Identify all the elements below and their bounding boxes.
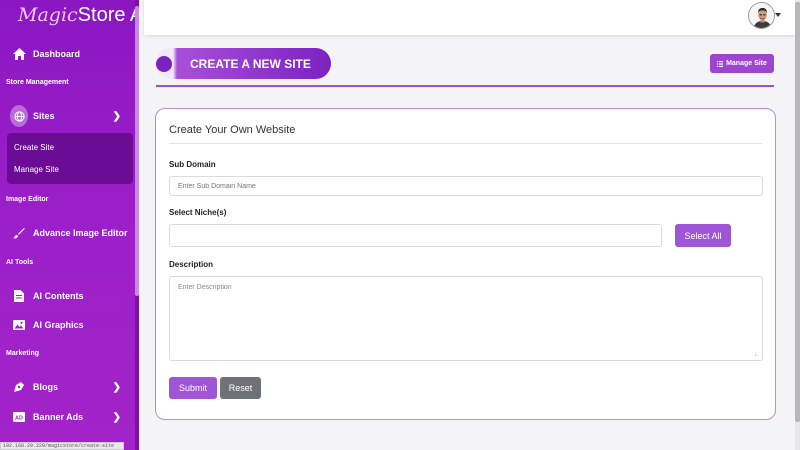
section-marketing: Marketing <box>6 350 40 357</box>
chevron-right-icon: ❯ <box>112 411 121 423</box>
globe-icon <box>10 105 28 127</box>
sidebar-item-banner-ads[interactable]: AD Banner Ads ❯ <box>0 404 135 430</box>
home-icon <box>10 45 28 63</box>
blog-icon <box>10 378 28 396</box>
select-all-button[interactable]: Select All <box>675 224 731 247</box>
submenu-create-site[interactable]: Create Site <box>14 143 54 152</box>
section-image-editor: Image Editor <box>6 196 49 203</box>
page-title-banner: CREATE A NEW SITE <box>155 48 331 79</box>
chevron-right-icon: ❯ <box>112 381 121 393</box>
submenu-manage-site[interactable]: Manage Site <box>14 165 59 174</box>
sidebar-item-label: Banner Ads <box>33 412 84 422</box>
brush-icon <box>10 224 28 242</box>
list-icon <box>717 60 724 67</box>
card-divider <box>169 143 762 144</box>
niche-label: Select Niche(s) <box>169 208 227 217</box>
sidebar-item-label: Blogs <box>33 382 59 392</box>
description-textarea[interactable]: Enter Description ∟ <box>169 276 763 361</box>
banner-dot <box>156 56 172 72</box>
manage-site-label: Manage Site <box>726 60 767 67</box>
sidebar-item-ai-graphics[interactable]: AI Graphics <box>0 312 135 338</box>
section-store-management: Store Management <box>6 79 69 86</box>
sidebar-item-label: AI Graphics <box>33 320 84 330</box>
brand-logo-magic: Magic <box>18 4 78 26</box>
sites-submenu: Create Site Manage Site <box>7 133 133 184</box>
sidebar: MagicStore AI Dashboard Store Management… <box>0 0 149 450</box>
image-icon <box>10 316 28 334</box>
status-url: 192.168.29.228/magicstore/create-site <box>0 442 124 450</box>
create-site-card: Create Your Own Website Sub Domain Selec… <box>155 108 776 420</box>
manage-site-button[interactable]: Manage Site <box>710 54 774 73</box>
reset-button[interactable]: Reset <box>220 377 261 399</box>
subdomain-input[interactable] <box>169 176 763 196</box>
svg-text:AD: AD <box>15 415 23 421</box>
chevron-right-icon: ❯ <box>112 110 121 122</box>
description-label: Description <box>169 260 214 269</box>
sidebar-item-sites[interactable]: Sites ❯ <box>0 103 135 129</box>
page-scrollbar[interactable] <box>795 0 800 450</box>
sidebar-item-blogs[interactable]: Blogs ❯ <box>0 374 135 400</box>
document-icon <box>10 287 28 305</box>
subdomain-label: Sub Domain <box>169 160 216 169</box>
chevron-down-icon[interactable] <box>775 13 781 17</box>
submit-button[interactable]: Submit <box>169 377 217 399</box>
sidebar-item-advance-image-editor[interactable]: Advance Image Editor <box>0 220 135 246</box>
resize-grip-icon[interactable]: ∟ <box>754 352 760 358</box>
sidebar-scrollbar-thumb[interactable] <box>135 6 139 296</box>
sidebar-scrollbar[interactable] <box>135 0 139 450</box>
sidebar-item-dashboard[interactable]: Dashboard <box>0 41 135 67</box>
top-bar <box>144 0 795 35</box>
niche-select[interactable] <box>169 224 662 247</box>
sidebar-item-label: AI Contents <box>33 291 84 301</box>
page-scrollbar-thumb[interactable] <box>795 2 800 422</box>
sidebar-item-label: Dashboard <box>33 49 81 59</box>
sidebar-item-label: Advance Image Editor <box>33 228 128 238</box>
page-title: CREATE A NEW SITE <box>190 57 311 71</box>
sidebar-item-label: Sites <box>33 111 55 121</box>
avatar[interactable] <box>748 2 775 29</box>
card-title: Create Your Own Website <box>169 124 296 136</box>
header-divider <box>156 85 774 87</box>
description-placeholder: Enter Description <box>178 284 232 291</box>
section-ai-tools: AI Tools <box>6 259 34 266</box>
ad-icon: AD <box>10 408 28 426</box>
brand-logo[interactable]: MagicStore AI <box>18 4 149 27</box>
sidebar-item-ai-contents[interactable]: AI Contents <box>0 283 135 309</box>
